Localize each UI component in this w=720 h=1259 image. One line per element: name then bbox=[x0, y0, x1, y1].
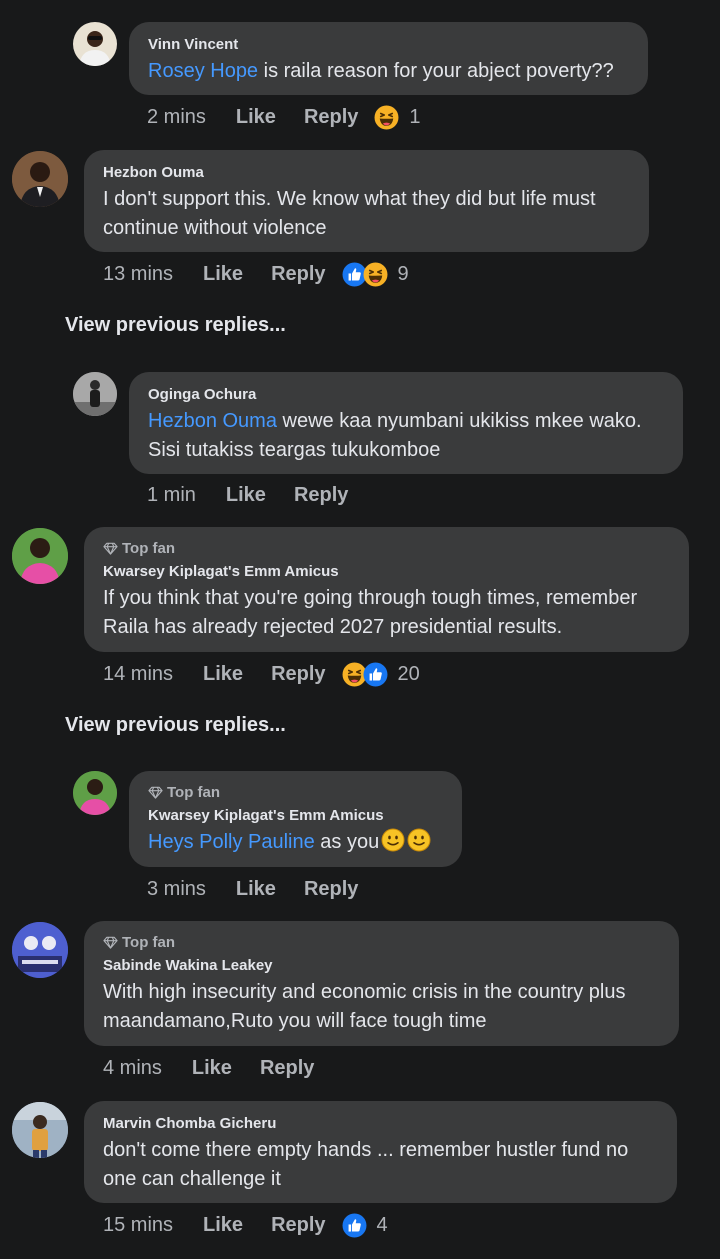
comment-text: If you think that you're going through t… bbox=[103, 587, 638, 638]
mention-link[interactable]: Heys Polly Pauline bbox=[148, 831, 315, 853]
mention-link[interactable]: Hezbon Ouma bbox=[148, 410, 277, 432]
comment-actions: 2 mins Like Reply 1 bbox=[147, 102, 421, 132]
comment-author[interactable]: Vinn Vincent bbox=[148, 36, 629, 53]
reply-button[interactable]: Reply bbox=[304, 878, 358, 901]
comment-body: as you bbox=[314, 831, 380, 853]
comment-time[interactable]: 2 mins bbox=[147, 106, 206, 129]
comment-actions: 1 min Like Reply bbox=[147, 480, 364, 510]
avatar[interactable] bbox=[73, 771, 117, 815]
comment-author[interactable]: Kwarsey Kiplagat's Emm Amicus bbox=[148, 807, 443, 824]
haha-reaction-icon bbox=[363, 262, 388, 287]
reactions[interactable] bbox=[374, 105, 399, 130]
reply-button[interactable]: Reply bbox=[271, 263, 325, 286]
haha-reaction-icon bbox=[374, 105, 399, 130]
comment-actions: 15 mins Like Reply 4 bbox=[103, 1210, 388, 1240]
comment-time[interactable]: 3 mins bbox=[147, 878, 206, 901]
comment-actions: 4 mins Like Reply bbox=[103, 1053, 330, 1083]
comment-bubble: Top fan Sabinde Wakina Leakey With high … bbox=[84, 921, 679, 1046]
like-button[interactable]: Like bbox=[203, 263, 243, 286]
like-button[interactable]: Like bbox=[203, 1214, 243, 1237]
reaction-count[interactable]: 9 bbox=[398, 263, 409, 286]
diamond-icon bbox=[148, 785, 163, 800]
top-fan-badge: Top fan bbox=[103, 540, 670, 557]
mention-link[interactable]: Rosey Hope bbox=[148, 60, 258, 82]
like-button[interactable]: Like bbox=[236, 106, 276, 129]
top-fan-label: Top fan bbox=[122, 540, 176, 557]
comment-actions: 14 mins Like Reply 20 bbox=[103, 659, 420, 689]
like-button[interactable]: Like bbox=[236, 878, 276, 901]
comment-actions: 3 mins Like Reply bbox=[147, 874, 374, 904]
comment-time[interactable]: 14 mins bbox=[103, 663, 173, 686]
comment-text: Rosey Hope is raila reason for your abje… bbox=[148, 57, 629, 86]
comment-body: is raila reason for your abject poverty?… bbox=[258, 60, 614, 82]
like-reaction-icon bbox=[342, 1213, 367, 1238]
like-reaction-icon bbox=[363, 662, 388, 687]
reactions[interactable] bbox=[342, 662, 388, 687]
comment-bubble: Top fan Kwarsey Kiplagat's Emm Amicus If… bbox=[84, 527, 689, 652]
avatar[interactable] bbox=[73, 22, 117, 66]
view-previous-replies[interactable]: View previous replies... bbox=[65, 314, 286, 337]
slightly-smiling-emoji bbox=[407, 828, 431, 852]
top-fan-badge: Top fan bbox=[148, 784, 443, 801]
reply-button[interactable]: Reply bbox=[304, 106, 358, 129]
avatar[interactable] bbox=[12, 528, 68, 584]
reaction-count[interactable]: 4 bbox=[377, 1214, 388, 1237]
comment-text: Heys Polly Pauline as you bbox=[148, 828, 443, 857]
like-button[interactable]: Like bbox=[203, 663, 243, 686]
comment-time[interactable]: 1 min bbox=[147, 484, 196, 507]
comment-time[interactable]: 15 mins bbox=[103, 1214, 173, 1237]
comment-author[interactable]: Sabinde Wakina Leakey bbox=[103, 957, 660, 974]
reply-button[interactable]: Reply bbox=[271, 663, 325, 686]
comment-time[interactable]: 4 mins bbox=[103, 1057, 162, 1080]
reply-button[interactable]: Reply bbox=[260, 1057, 314, 1080]
comment-author[interactable]: Oginga Ochura bbox=[148, 386, 664, 403]
top-fan-badge: Top fan bbox=[103, 934, 660, 951]
comment-text: I don't support this. We know what they … bbox=[103, 188, 596, 239]
comment-author[interactable]: Marvin Chomba Gicheru bbox=[103, 1115, 658, 1132]
comment-bubble: Hezbon Ouma I don't support this. We kno… bbox=[84, 150, 649, 252]
comment-bubble: Marvin Chomba Gicheru don't come there e… bbox=[84, 1101, 677, 1203]
reaction-count[interactable]: 1 bbox=[409, 106, 420, 129]
avatar[interactable] bbox=[73, 372, 117, 416]
slightly-smiling-emoji bbox=[381, 828, 405, 852]
comment-author[interactable]: Kwarsey Kiplagat's Emm Amicus bbox=[103, 563, 670, 580]
diamond-icon bbox=[103, 935, 118, 950]
comment-author[interactable]: Hezbon Ouma bbox=[103, 164, 630, 181]
avatar[interactable] bbox=[12, 1102, 68, 1158]
avatar[interactable] bbox=[12, 922, 68, 978]
reactions[interactable] bbox=[342, 1213, 367, 1238]
comment-text: Hezbon Ouma wewe kaa nyumbani ukikiss mk… bbox=[148, 407, 664, 465]
top-fan-label: Top fan bbox=[167, 784, 221, 801]
reaction-count[interactable]: 20 bbox=[398, 663, 420, 686]
reactions[interactable] bbox=[342, 262, 388, 287]
diamond-icon bbox=[103, 541, 118, 556]
comment-bubble: Top fan Kwarsey Kiplagat's Emm Amicus He… bbox=[129, 771, 462, 867]
reply-button[interactable]: Reply bbox=[294, 484, 348, 507]
like-button[interactable]: Like bbox=[192, 1057, 232, 1080]
reply-button[interactable]: Reply bbox=[271, 1214, 325, 1237]
avatar[interactable] bbox=[12, 151, 68, 207]
comment-time[interactable]: 13 mins bbox=[103, 263, 173, 286]
comment-text: With high insecurity and economic crisis… bbox=[103, 981, 626, 1032]
comment-actions: 13 mins Like Reply 9 bbox=[103, 259, 409, 289]
comment-bubble: Vinn Vincent Rosey Hope is raila reason … bbox=[129, 22, 648, 95]
comment-bubble: Oginga Ochura Hezbon Ouma wewe kaa nyumb… bbox=[129, 372, 683, 474]
comment-text: don't come there empty hands ... remembe… bbox=[103, 1139, 629, 1190]
top-fan-label: Top fan bbox=[122, 934, 176, 951]
view-previous-replies[interactable]: View previous replies... bbox=[65, 714, 286, 737]
like-button[interactable]: Like bbox=[226, 484, 266, 507]
